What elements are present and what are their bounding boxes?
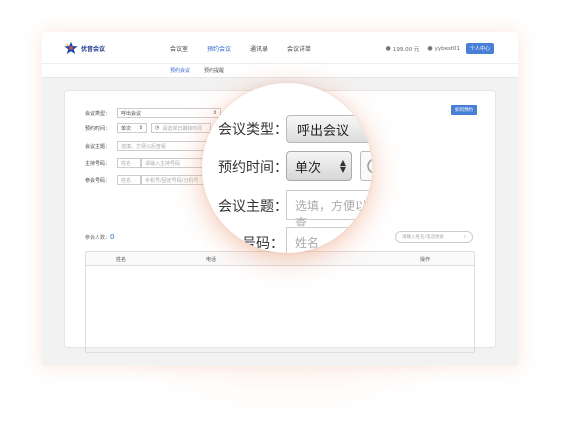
personal-center-button[interactable]: 个人中心 [465, 43, 494, 54]
clock-icon: ◷ [155, 125, 160, 131]
time-row: 预约时间： 单次 ⇕ ◷ 请选择日期和时间 [85, 123, 211, 133]
main-nav: 会议室 预约会议 通讯录 会议详单 [170, 44, 330, 53]
column-header-name: 姓名 [116, 257, 127, 263]
participant-count-label: 参会人数： [85, 235, 111, 241]
host-label: 主持号码： [85, 160, 111, 167]
zoom-time-mode-value: 单次 [295, 161, 322, 176]
participant-count: 参会人数：0 [85, 233, 114, 241]
brand-name: 优音会议 [81, 45, 106, 53]
column-header-phone: 电话 [206, 257, 217, 263]
meeting-type-row: 会议类型： 呼出会议 ⇕ [85, 108, 221, 118]
host-phone-placeholder: 请输入主持号码 [145, 160, 181, 167]
meeting-type-label: 会议类型： [85, 110, 111, 117]
subject-label: 会议主题： [85, 143, 111, 150]
wallet-icon: ● [385, 45, 391, 52]
host-name-placeholder: 姓名 [121, 160, 132, 167]
zoom-subject-label: 会议主题： [218, 199, 288, 215]
tab-reminders[interactable]: 预约提醒 [204, 67, 224, 74]
participant-search-input[interactable]: 请输入姓名/电话搜索 ⌕ [395, 231, 473, 243]
member-row: 参会号码： 姓名 手机号/固定号码/分机号 [85, 175, 205, 185]
nav-item-meeting-room[interactable]: 会议室 [170, 44, 188, 53]
clock-icon [367, 158, 372, 174]
tab-book-meeting[interactable]: 预约会议 [170, 67, 190, 74]
zoom-type-label: 会议类型： [218, 122, 288, 138]
zoom-type-value: 呼出会议 [297, 124, 350, 139]
select-arrows-icon: ⇕ [212, 110, 217, 116]
zoom-datetime-input[interactable] [360, 151, 372, 181]
datetime-placeholder: 请选择日期和时间 [162, 125, 203, 132]
user-icon: ● [427, 45, 433, 52]
column-header-action: 操作 [420, 257, 431, 263]
username[interactable]: yybest01 [435, 46, 460, 52]
logo[interactable]: 优音会议 [64, 41, 105, 55]
subject-placeholder: 选填，方便以后查看 [121, 143, 167, 150]
nav-item-contacts[interactable]: 通讯录 [250, 44, 268, 53]
zoom-host-name-input[interactable]: 姓名 [286, 227, 372, 253]
select-arrows-icon: ⇕ [138, 125, 143, 131]
top-navbar: 优音会议 会议室 预约会议 通讯录 会议详单 ● 199.00 元 ● yybe… [42, 32, 518, 64]
subject-row: 会议主题： 选填，方便以后查看 [85, 141, 221, 151]
time-label: 预约时间： [85, 125, 111, 132]
balance: 199.00 元 [392, 46, 420, 53]
member-name-input[interactable]: 姓名 [117, 175, 141, 185]
member-phone-input[interactable]: 手机号/固定号码/分机号 [141, 175, 205, 185]
zoom-host-label: 号码： [242, 236, 284, 252]
member-phone-placeholder: 手机号/固定号码/分机号 [145, 177, 199, 184]
meeting-type-select[interactable]: 呼出会议 ⇕ [117, 108, 221, 118]
meeting-type-value: 呼出会议 [121, 110, 142, 117]
help-button[interactable]: 如何预约 [451, 105, 477, 115]
participant-table: 姓名 电话 操作 [85, 251, 475, 353]
search-icon: ⌕ [463, 235, 466, 240]
time-mode-value: 单次 [121, 125, 132, 132]
zoom-subject-input[interactable]: 选填，方便以后查 [286, 190, 372, 230]
table-header: 姓名 电话 操作 [86, 252, 474, 266]
magnifier-lens: 会议类型： 呼出会议 预约时间： 单次 ▲ ▼ 会议主题： 选填，方便以后查 号码… [202, 83, 372, 253]
member-label: 参会号码： [85, 177, 111, 184]
datetime-input[interactable]: ◷ 请选择日期和时间 [151, 123, 211, 133]
search-placeholder: 请输入姓名/电话搜索 [402, 235, 445, 240]
zoom-host-name-placeholder: 姓名 [295, 236, 320, 250]
user-area: ● 199.00 元 ● yybest01 个人中心 [386, 43, 494, 54]
zoom-type-select[interactable]: 呼出会议 [286, 115, 372, 143]
select-arrows-icon: ▲ ▼ [339, 158, 346, 174]
zoom-time-mode-select[interactable]: 单次 ▲ ▼ [286, 151, 352, 181]
host-phone-input[interactable]: 请输入主持号码 [141, 158, 205, 168]
host-row: 主持号码： 姓名 请输入主持号码 [85, 158, 205, 168]
nav-item-meeting-details[interactable]: 会议详单 [287, 44, 311, 53]
participant-count-value: 0 [110, 233, 115, 241]
sub-tabs: 预约会议 预约提醒 [42, 64, 518, 78]
zoom-time-label: 预约时间： [218, 160, 288, 176]
member-name-placeholder: 姓名 [121, 177, 132, 184]
time-mode-select[interactable]: 单次 ⇕ [117, 123, 147, 133]
star-logo-icon [64, 41, 78, 54]
host-name-input[interactable]: 姓名 [117, 158, 141, 168]
nav-item-book-meeting[interactable]: 预约会议 [207, 44, 231, 53]
